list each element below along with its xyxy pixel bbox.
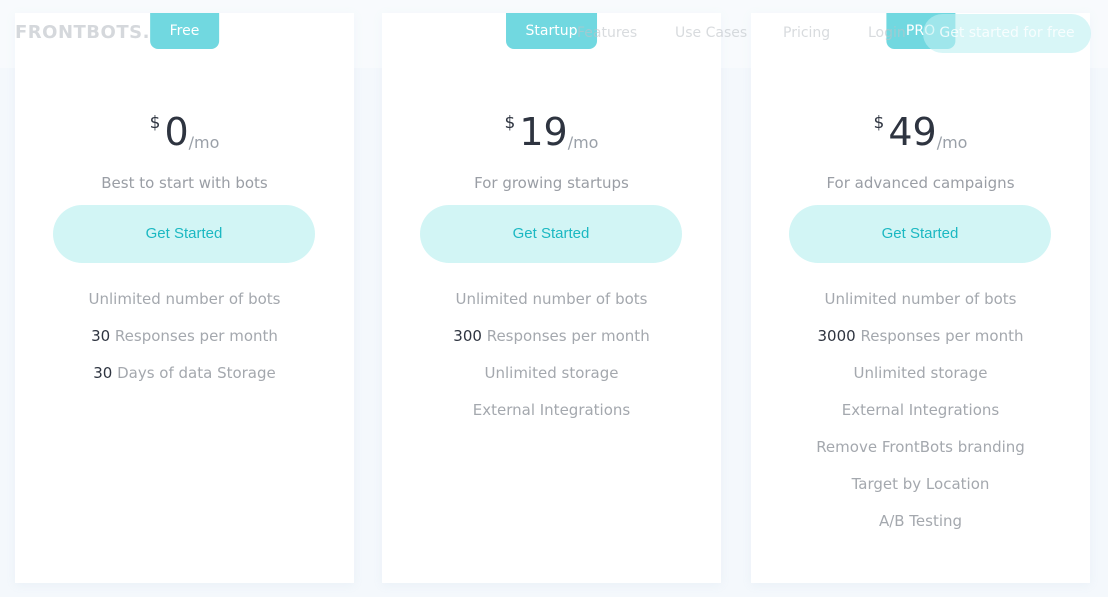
feature-item: 30 Responses per month [15, 326, 354, 363]
price: $ 0 /mo [15, 105, 354, 155]
feature-item: External Integrations [382, 400, 721, 437]
feature-text: Unlimited number of bots [88, 290, 281, 308]
feature-item: Remove FrontBots branding [751, 437, 1090, 474]
feature-item: Unlimited number of bots [382, 289, 721, 326]
price: $ 19 /mo [382, 105, 721, 155]
plan-tab: PRO [885, 13, 956, 49]
feature-text: Unlimited number of bots [455, 290, 648, 308]
feature-text: Unlimited number of bots [824, 290, 1017, 308]
feature-text: Responses per month [110, 327, 278, 345]
feature-list: Unlimited number of bots 30 Responses per… [15, 289, 354, 400]
feature-item: 3000 Responses per month [751, 326, 1090, 363]
price-amount: 0 [164, 110, 189, 154]
plan-subtitle: Best to start with bots [101, 174, 268, 192]
feature-item: Unlimited number of bots [15, 289, 354, 326]
feature-text: Responses per month [855, 327, 1024, 345]
feature-item: A/B Testing [751, 511, 1090, 548]
plan-subtitle: For advanced campaigns [826, 174, 1015, 192]
feature-text: External Integrations [841, 401, 1000, 419]
plan-tab: Free [149, 13, 220, 49]
plan-tab: Startup [505, 13, 598, 49]
feature-list: Unlimited number of bots 300 Responses pe… [382, 289, 721, 437]
price-amount: 19 [519, 110, 568, 154]
plan-subtitle: For growing startups [474, 174, 629, 192]
feature-item: Unlimited number of bots [751, 289, 1090, 326]
feature-text: Unlimited storage [853, 364, 988, 382]
get-started-button[interactable]: Get Started [53, 205, 315, 263]
feature-value: 3000 [817, 327, 856, 345]
feature-value: 300 [453, 327, 482, 345]
currency: $ [873, 113, 885, 133]
price-amount: 49 [888, 110, 937, 154]
price-period: /mo [567, 133, 599, 152]
get-started-button[interactable]: Get Started [420, 205, 682, 263]
feature-item: 30 Days of data Storage [15, 363, 354, 400]
pricing-card-pro: PRO $ 49 /mo For advanced campaigns Get … [751, 13, 1090, 583]
price: $ 49 /mo [751, 105, 1090, 155]
feature-text: External Integrations [472, 401, 631, 419]
feature-text: Unlimited storage [484, 364, 619, 382]
feature-text: A/B Testing [878, 512, 963, 530]
feature-text: Days of data Storage [112, 364, 276, 382]
feature-item: External Integrations [751, 400, 1090, 437]
feature-list: Unlimited number of bots 3000 Responses p… [751, 289, 1090, 548]
pricing-card-startup: Startup $ 19 /mo For growing startups Ge… [382, 13, 721, 583]
feature-item: 300 Responses per month [382, 326, 721, 363]
currency: $ [504, 113, 516, 133]
feature-item: Target by Location [751, 474, 1090, 511]
get-started-button[interactable]: Get Started [789, 205, 1051, 263]
feature-item: Unlimited storage [751, 363, 1090, 400]
feature-text: Remove FrontBots branding [816, 438, 1025, 456]
feature-text: Target by Location [851, 475, 990, 493]
feature-value: 30 [91, 327, 111, 345]
feature-item: Unlimited storage [382, 363, 721, 400]
feature-value: 30 [93, 364, 113, 382]
pricing-card-free: Free $ 0 /mo Best to start with bots Get… [15, 13, 354, 583]
currency: $ [149, 113, 161, 133]
price-period: /mo [188, 133, 220, 152]
feature-text: Responses per month [481, 327, 650, 345]
price-period: /mo [936, 133, 968, 152]
